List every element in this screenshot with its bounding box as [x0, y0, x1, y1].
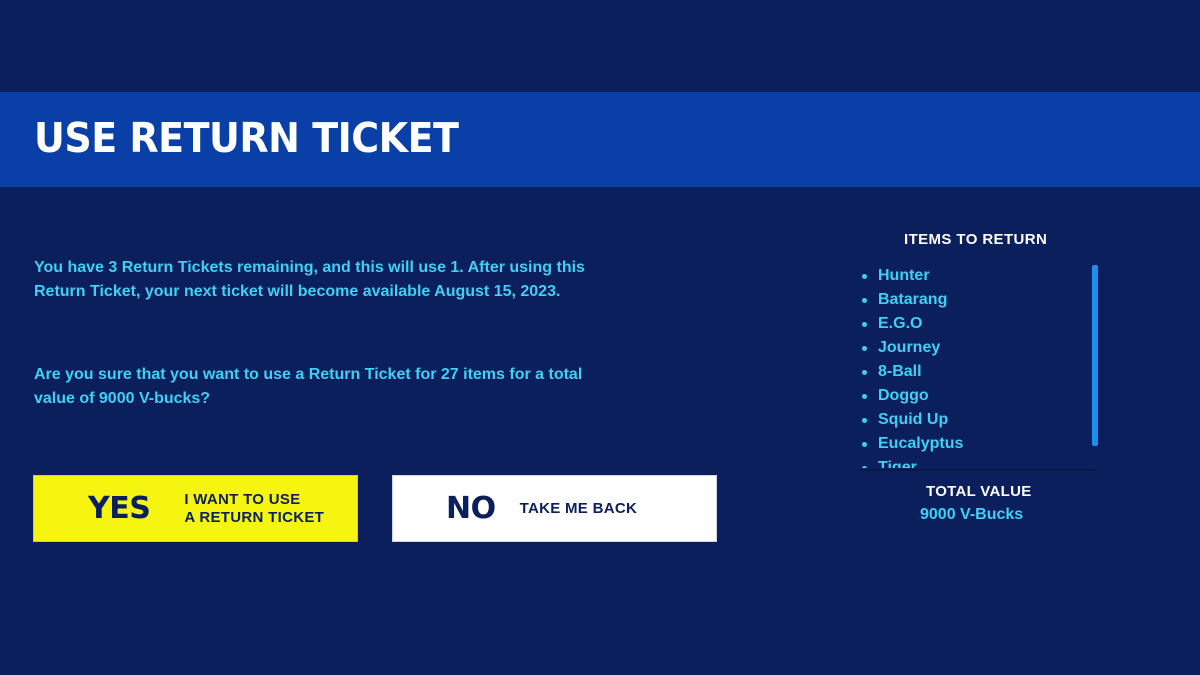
title-bar: USE RETURN TICKET: [0, 92, 1200, 187]
yes-button-description-line-2: A RETURN TICKET: [184, 508, 325, 526]
list-item: E.G.O: [860, 312, 1090, 336]
no-button-label: NO: [446, 491, 496, 526]
list-item-label: Squid Up: [878, 411, 949, 428]
items-to-return-title: ITEMS TO RETURN: [904, 231, 1048, 248]
list-item-label: Batarang: [878, 291, 948, 308]
list-item-label: E.G.O: [878, 315, 923, 332]
bullet-icon: [862, 465, 867, 468]
list-item-label: 8-Ball: [878, 363, 922, 380]
bullet-icon: [862, 321, 867, 327]
list-item: Doggo: [860, 384, 1090, 408]
yes-button-description: I WANT TO USE A RETURN TICKET: [184, 491, 324, 527]
list-item-label: Tiger: [878, 459, 917, 468]
list-item: Journey: [860, 336, 1090, 360]
list-item: Batarang: [860, 288, 1090, 312]
no-button[interactable]: NO TAKE ME BACK: [392, 475, 717, 542]
list-item-label: Doggo: [878, 387, 929, 404]
total-value-label: TOTAL VALUE: [926, 483, 1032, 500]
yes-button-description-line-1: I WANT TO USE: [184, 490, 301, 508]
list-item-label: Journey: [878, 339, 941, 356]
bullet-icon: [862, 273, 867, 279]
list-item: 8-Ball: [860, 360, 1090, 384]
bullet-icon: [862, 369, 867, 375]
list-item: Tiger: [860, 456, 1090, 468]
total-value-amount: 9000 V-Bucks: [920, 506, 1024, 523]
list-item-label: Hunter: [878, 267, 930, 284]
divider: [860, 469, 1095, 471]
bullet-icon: [862, 441, 867, 447]
list-item: Eucalyptus: [860, 432, 1090, 456]
bullet-icon: [862, 393, 867, 399]
list-item-label: Eucalyptus: [878, 435, 964, 452]
list-item: Hunter: [860, 264, 1090, 288]
items-list-viewport[interactable]: Hunter Batarang E.G.O Journey 8-Ball Doggo Squ…: [860, 264, 1090, 468]
bullet-icon: [862, 297, 867, 303]
return-ticket-screen: USE RETURN TICKET You have 3 Return Tick…: [0, 0, 1200, 675]
items-list: Hunter Batarang E.G.O Journey 8-Ball Doggo Squ…: [860, 264, 1090, 468]
dialog-title: USE RETURN TICKET: [34, 114, 459, 162]
tickets-remaining-message: You have 3 Return Tickets remaining, and…: [34, 259, 585, 300]
bullet-icon: [862, 417, 867, 423]
confirmation-question: Are you sure that you want to use a Retu…: [34, 366, 583, 407]
yes-button-label: YES: [88, 491, 151, 526]
yes-button[interactable]: YES I WANT TO USE A RETURN TICKET: [33, 475, 358, 542]
no-button-description: TAKE ME BACK: [519, 499, 638, 517]
items-scrollbar[interactable]: [1092, 265, 1098, 446]
list-item: Squid Up: [860, 408, 1090, 432]
bullet-icon: [862, 345, 867, 351]
